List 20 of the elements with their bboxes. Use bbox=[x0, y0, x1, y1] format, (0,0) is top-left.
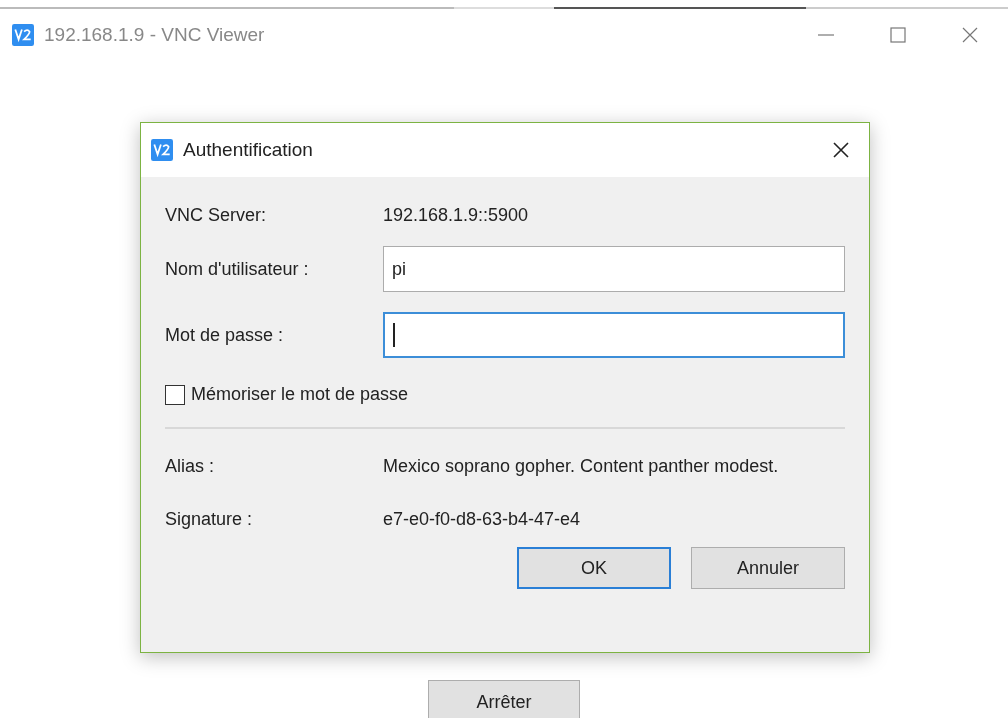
detail-value: e7-e0-f0-d8-63-b4-47-e4 bbox=[383, 508, 582, 531]
server-address: 192.168.1.9::5900 bbox=[383, 205, 530, 226]
input-field[interactable] bbox=[383, 312, 845, 358]
detail-label: Alias : bbox=[165, 455, 216, 478]
field-label: VNC Server: bbox=[165, 205, 268, 226]
app-logo-icon bbox=[151, 139, 173, 161]
checkbox[interactable] bbox=[165, 384, 185, 405]
close-icon[interactable] bbox=[831, 140, 851, 160]
dialog-button[interactable]: Annuler bbox=[691, 547, 845, 589]
checkbox-label[interactable]: Mémoriser le mot de passe bbox=[191, 384, 409, 405]
stop-button[interactable]: Arrêter bbox=[428, 680, 580, 718]
field-label: Nom d'utilisateur : bbox=[165, 258, 310, 280]
detail-value: Mexico soprano gopher. Content panther modest. bbox=[383, 455, 780, 478]
window-title: 192.168.1.9 - VNC Viewer bbox=[44, 24, 265, 46]
input-field[interactable]: pi bbox=[383, 246, 845, 292]
dialog-button[interactable]: OK bbox=[517, 547, 671, 589]
app-logo-icon bbox=[12, 24, 34, 46]
detail-label: Signature : bbox=[165, 508, 254, 531]
field-label: Mot de passe : bbox=[165, 324, 285, 346]
dialog-title: Authentification bbox=[183, 139, 313, 161]
